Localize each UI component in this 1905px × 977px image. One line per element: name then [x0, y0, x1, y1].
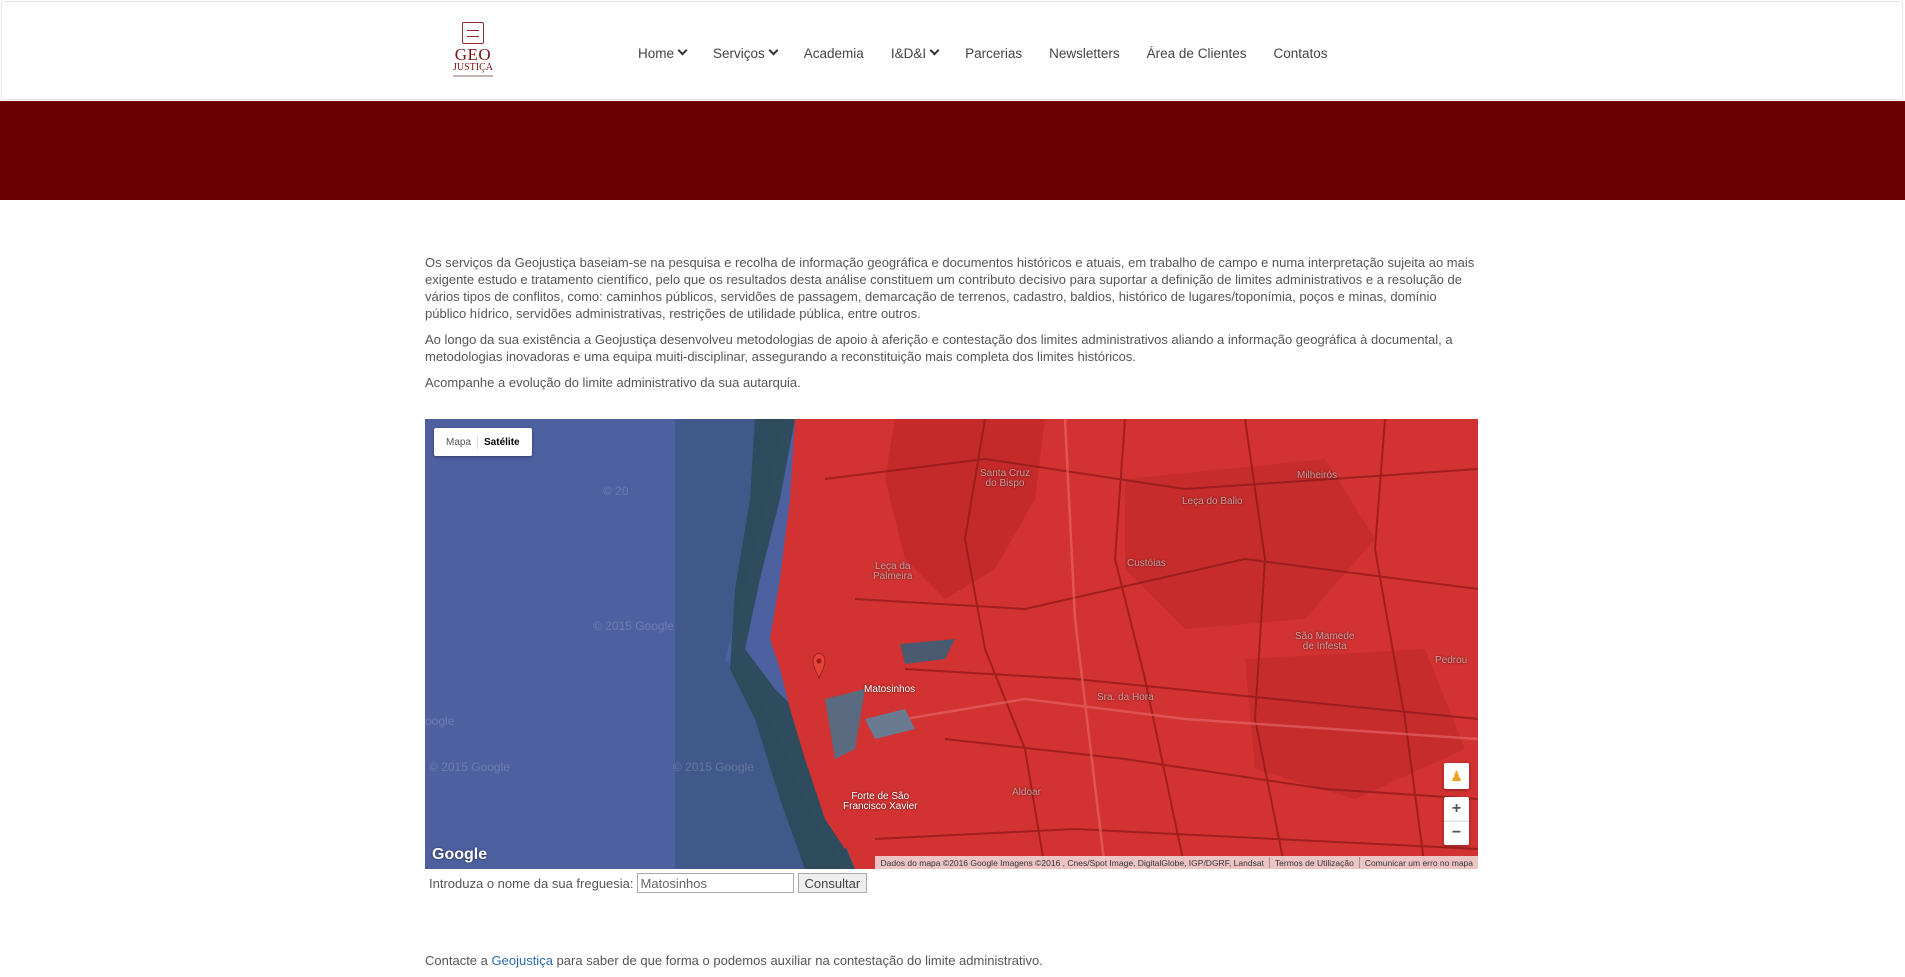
report-error-link[interactable]: Comunicar um erro no mapa: [1360, 858, 1478, 868]
freguesia-label: Introduza o nome da sua freguesia:: [429, 875, 634, 891]
place-label-leca-palmeira: Leça da Palmeira: [873, 561, 913, 582]
freguesia-search-form: Introduza o nome da sua freguesia: Consu…: [429, 873, 868, 893]
methodology-paragraph: Ao longo da sua existência a Geojustiça …: [425, 332, 1453, 364]
page-banner: [0, 101, 1905, 200]
chevron-down-icon: [768, 45, 779, 55]
nav-area-clientes[interactable]: Área de Clientes: [1147, 46, 1247, 61]
nav-home[interactable]: Home: [638, 45, 688, 61]
map-watermark: © 2015 Google: [429, 760, 510, 774]
intro-paragraph: Os serviços da Geojustiça baseiam-se na …: [425, 255, 1475, 321]
contact-text-before: Contacte a: [425, 953, 488, 968]
chevron-down-icon: [929, 45, 940, 55]
place-label-custoias: Custóias: [1127, 558, 1166, 569]
chevron-down-icon: [677, 45, 688, 55]
nav-servicos-label: Serviços: [713, 45, 765, 61]
nav-area-clientes-label: Área de Clientes: [1146, 45, 1247, 61]
nav-parcerias[interactable]: Parcerias: [965, 46, 1022, 61]
place-label-aldoar: Aldoar: [1012, 787, 1041, 798]
geojustica-link[interactable]: Geojustiça: [492, 953, 553, 968]
map-data-credit: Dados do mapa ©2016 Google Imagens ©2016…: [880, 857, 1264, 868]
nav-parcerias-label: Parcerias: [965, 45, 1023, 61]
navbar: GEO JUSTIÇA Home Serviços Academia I&D&I…: [1, 1, 1903, 100]
nav-servicos[interactable]: Serviços: [713, 45, 779, 61]
google-logo[interactable]: Google: [432, 846, 487, 864]
nav-academia[interactable]: Academia: [804, 46, 864, 61]
main-nav: Home Serviços Academia I&D&I Parcerias N…: [638, 43, 1355, 63]
consultar-button[interactable]: Consultar: [797, 873, 868, 893]
nav-academia-label: Academia: [803, 45, 864, 61]
place-label-sra-hora: Sra. da Hora: [1097, 692, 1154, 703]
place-label-sao-mamede: São Mamede de Infesta: [1295, 631, 1355, 652]
map-type-control: Mapa Satélite: [434, 428, 532, 456]
nav-newsletters-label: Newsletters: [1049, 45, 1120, 61]
geojustica-logo[interactable]: GEO JUSTIÇA: [451, 22, 495, 80]
place-label-forte: Forte de São Francisco Xavier: [843, 791, 918, 812]
map-watermark: oogle: [425, 714, 455, 728]
place-label-matosinhos: Matosinhos: [864, 684, 916, 695]
place-label-milheiros: Milheirós: [1297, 470, 1338, 481]
logo-text-justica: JUSTIÇA: [452, 62, 493, 73]
nav-idi-label: I&D&I: [890, 45, 927, 61]
nav-home-label: Home: [638, 45, 675, 61]
zoom-out-button[interactable]: −: [1444, 821, 1469, 845]
logo-text-geo: GEO: [454, 45, 492, 64]
contact-line: Contacte a Geojustiça para saber de que …: [425, 953, 1043, 968]
nav-newsletters[interactable]: Newsletters: [1049, 46, 1120, 61]
nav-contatos[interactable]: Contatos: [1273, 46, 1327, 61]
place-label-santa-cruz: Santa Cruz do Bispo: [980, 468, 1031, 489]
freguesia-input[interactable]: [636, 873, 794, 893]
nav-idi[interactable]: I&D&I: [890, 45, 940, 61]
map-watermark: © 20: [603, 484, 629, 498]
zoom-in-button[interactable]: +: [1444, 797, 1469, 821]
map-type-map-button[interactable]: Mapa: [440, 437, 477, 448]
nav-contatos-label: Contatos: [1273, 45, 1328, 61]
map-watermark: © 2015 Google: [673, 760, 754, 774]
logo-emblem-icon: [462, 22, 484, 44]
main-content: Os serviços da Geojustiça baseiam-se na …: [425, 254, 1479, 400]
map-type-satellite-button[interactable]: Satélite: [478, 437, 526, 448]
map-watermark: © 2015 Google: [593, 619, 674, 633]
place-label-leca-balio: Leça do Balio: [1182, 496, 1243, 507]
follow-paragraph: Acompanhe a evolução do limite administr…: [425, 375, 801, 390]
place-label-pedroucos: Pedrou: [1435, 655, 1468, 666]
street-view-pegman-icon[interactable]: ♟: [1444, 763, 1469, 789]
terms-link[interactable]: Termos de Utilização: [1270, 858, 1359, 868]
google-map[interactable]: © 20 © 2015 Google oogle © 2015 Google ©…: [425, 419, 1478, 869]
contact-text-after: para saber de que forma o podemos auxili…: [556, 953, 1043, 968]
logo-tagline-line: [453, 75, 493, 77]
map-attribution: Dados do mapa ©2016 Google Imagens ©2016…: [875, 856, 1478, 869]
